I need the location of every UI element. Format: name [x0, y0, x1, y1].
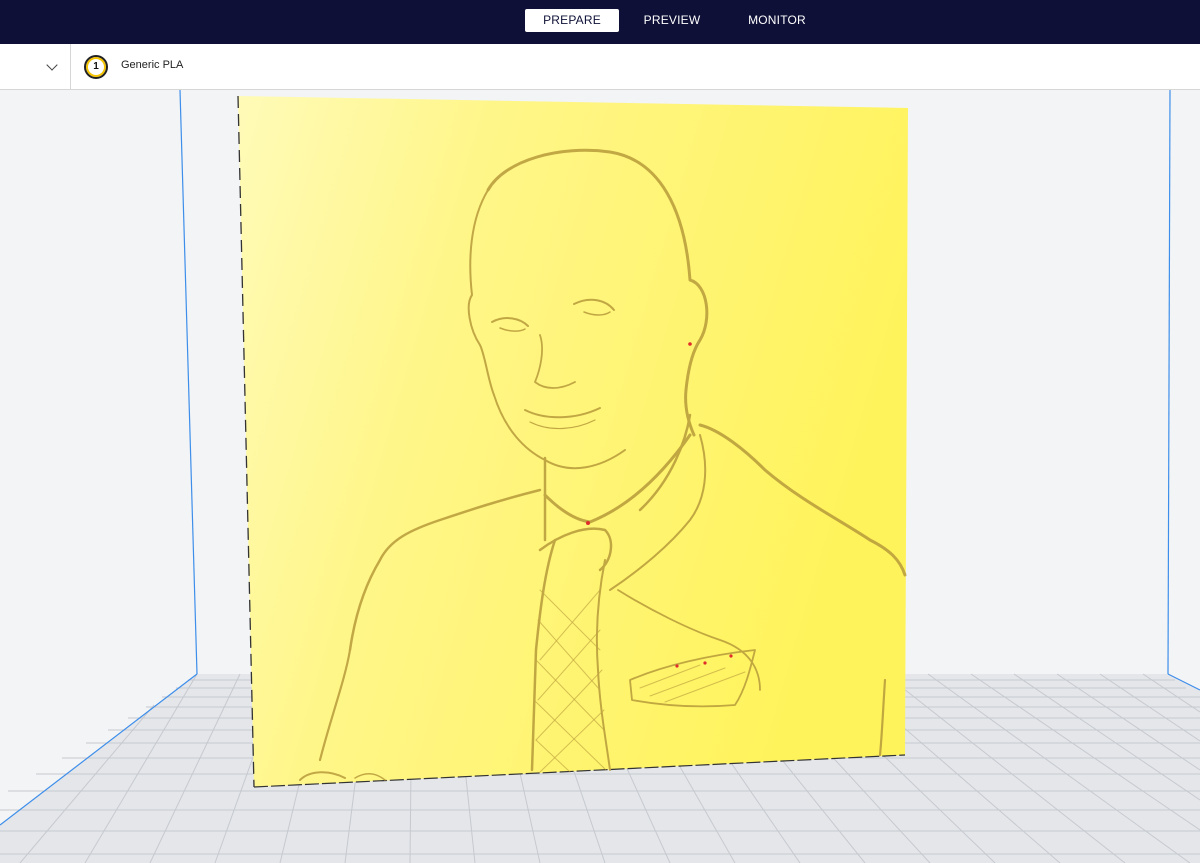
printer-toolbar: 1 Generic PLA: [0, 44, 1200, 90]
stage-tabs: PREPARE PREVIEW MONITOR: [525, 9, 829, 32]
3d-viewport[interactable]: [0, 90, 1200, 863]
stage-header: PREPARE PREVIEW MONITOR: [0, 0, 1200, 45]
build-plate-scene: [0, 90, 1200, 863]
tab-preview[interactable]: PREVIEW: [619, 9, 725, 32]
tab-prepare[interactable]: PREPARE: [525, 9, 619, 32]
tab-monitor[interactable]: MONITOR: [725, 9, 829, 32]
chevron-down-icon: [46, 59, 58, 71]
material-label[interactable]: Generic PLA: [121, 59, 183, 71]
lithophane-model[interactable]: [237, 95, 908, 788]
printer-selector[interactable]: [0, 44, 71, 89]
extruder-icon[interactable]: 1: [84, 55, 108, 79]
